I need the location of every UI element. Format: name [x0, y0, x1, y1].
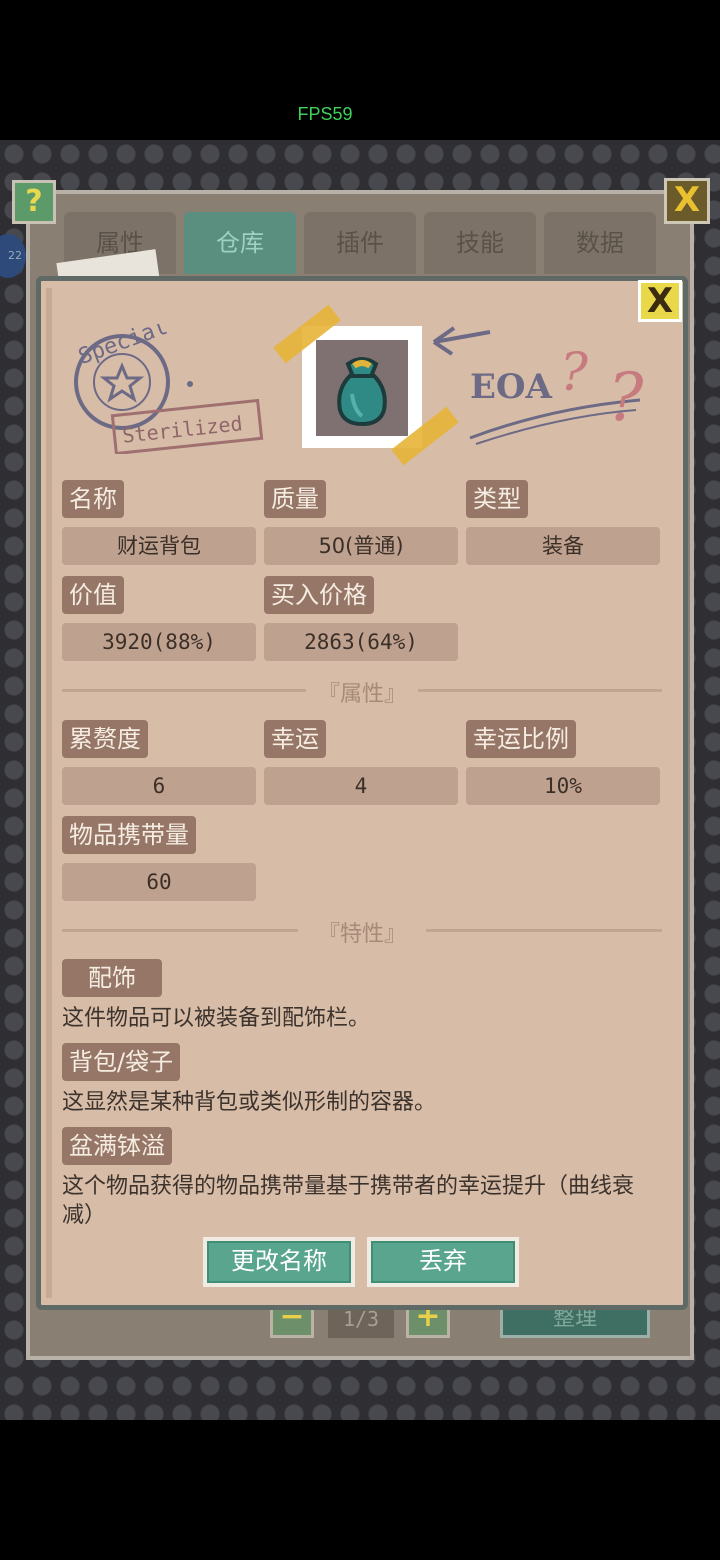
stamp-right-text: EOA: [470, 367, 553, 407]
buy-price-label: 买入价格: [264, 576, 374, 614]
burden-label: 累赘度: [62, 720, 148, 758]
carry-label: 物品携带量: [62, 816, 196, 854]
rename-button[interactable]: 更改名称: [203, 1237, 355, 1287]
panel-edge: [46, 288, 52, 1298]
tab-plugins[interactable]: 插件: [304, 212, 416, 274]
luck-ratio-label: 幸运比例: [466, 720, 576, 758]
tab-skills[interactable]: 技能: [424, 212, 536, 274]
svg-text:?: ?: [608, 359, 644, 436]
name-label: 名称: [62, 480, 124, 518]
trait-name: 盆满钵溢: [62, 1127, 172, 1165]
trait-desc: 这件物品可以被装备到配饰栏。: [62, 1006, 371, 1031]
trait-desc: 这显然是某种背包或类似形制的容器。: [62, 1090, 437, 1115]
trait-name: 配饰: [62, 959, 162, 997]
stamp-left-text: Special: [75, 324, 171, 370]
tab-data[interactable]: 数据: [544, 212, 656, 274]
trait-name: 背包/袋子: [62, 1043, 181, 1081]
divider: [426, 929, 662, 932]
divider: [62, 929, 298, 932]
help-button[interactable]: ?: [12, 180, 56, 224]
name-value: 财运背包: [62, 527, 256, 565]
luck-value: 4: [264, 767, 458, 805]
traits-title: 『特性』: [317, 922, 406, 947]
tab-warehouse[interactable]: 仓库: [184, 212, 296, 274]
discard-button[interactable]: 丢弃: [367, 1237, 519, 1287]
buy-price-value: 2863(64%): [264, 623, 458, 661]
value-label: 价值: [62, 576, 124, 614]
svg-text:?: ?: [560, 343, 589, 403]
quality-label: 质量: [264, 480, 326, 518]
carry-value: 60: [62, 863, 256, 901]
type-value: 装备: [466, 527, 660, 565]
window-close-button[interactable]: X: [664, 178, 710, 224]
pouch-icon: [337, 357, 387, 427]
divider: [62, 689, 306, 692]
special-stamp-icon: Special Sterilized: [74, 324, 264, 454]
value-value: 3920(88%): [62, 623, 256, 661]
trait-desc: 这个物品获得的物品携带量基于携带者的幸运提升（曲线衰减）: [62, 1174, 635, 1228]
close-icon[interactable]: X: [638, 280, 682, 322]
divider: [418, 689, 662, 692]
eoa-stamp-icon: EOA ? ?: [432, 326, 644, 445]
burden-value: 6: [62, 767, 256, 805]
quality-value: 50(普通): [264, 527, 458, 565]
attributes-title: 『属性』: [317, 682, 406, 707]
fps-counter: FPS59: [297, 104, 353, 124]
type-label: 类型: [466, 480, 528, 518]
luck-label: 幸运: [264, 720, 326, 758]
luck-ratio-value: 10%: [466, 767, 660, 805]
